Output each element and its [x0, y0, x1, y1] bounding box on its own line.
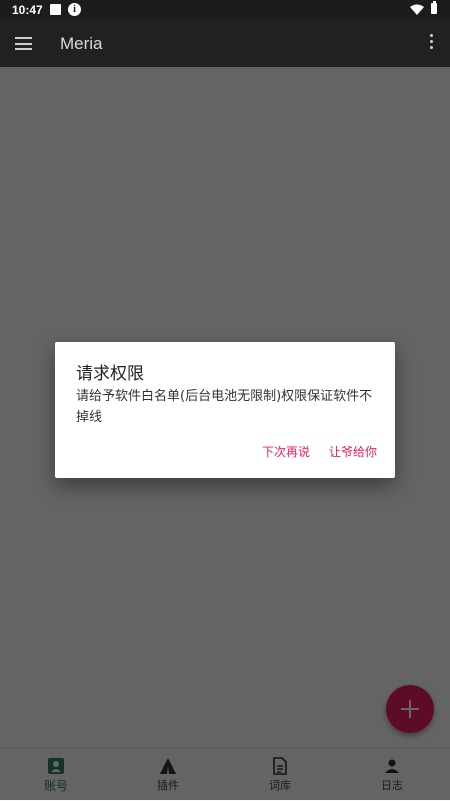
grant-button[interactable]: 让爷给你: [329, 443, 377, 460]
wifi-icon: [410, 4, 424, 15]
status-bar: 10:47 i: [0, 0, 450, 20]
app-title: Meria: [60, 34, 103, 53]
notification-square-icon: [50, 4, 61, 15]
dialog-title: 请求权限: [76, 364, 144, 384]
dialog-message: 请给予软件白名单(后台电池无限制)权限保证软件不掉线: [76, 389, 373, 425]
status-time: 10:47: [12, 3, 43, 17]
info-icon: i: [68, 3, 81, 16]
permission-dialog: 请求权限 请给予软件白名单(后台电池无限制)权限保证软件不掉线 下次再说 让爷给…: [55, 342, 395, 478]
battery-icon: [431, 1, 437, 14]
later-button[interactable]: 下次再说: [262, 443, 310, 460]
app-bar: Meria: [0, 20, 450, 67]
more-options-icon[interactable]: [426, 34, 436, 54]
menu-icon[interactable]: [15, 37, 32, 50]
